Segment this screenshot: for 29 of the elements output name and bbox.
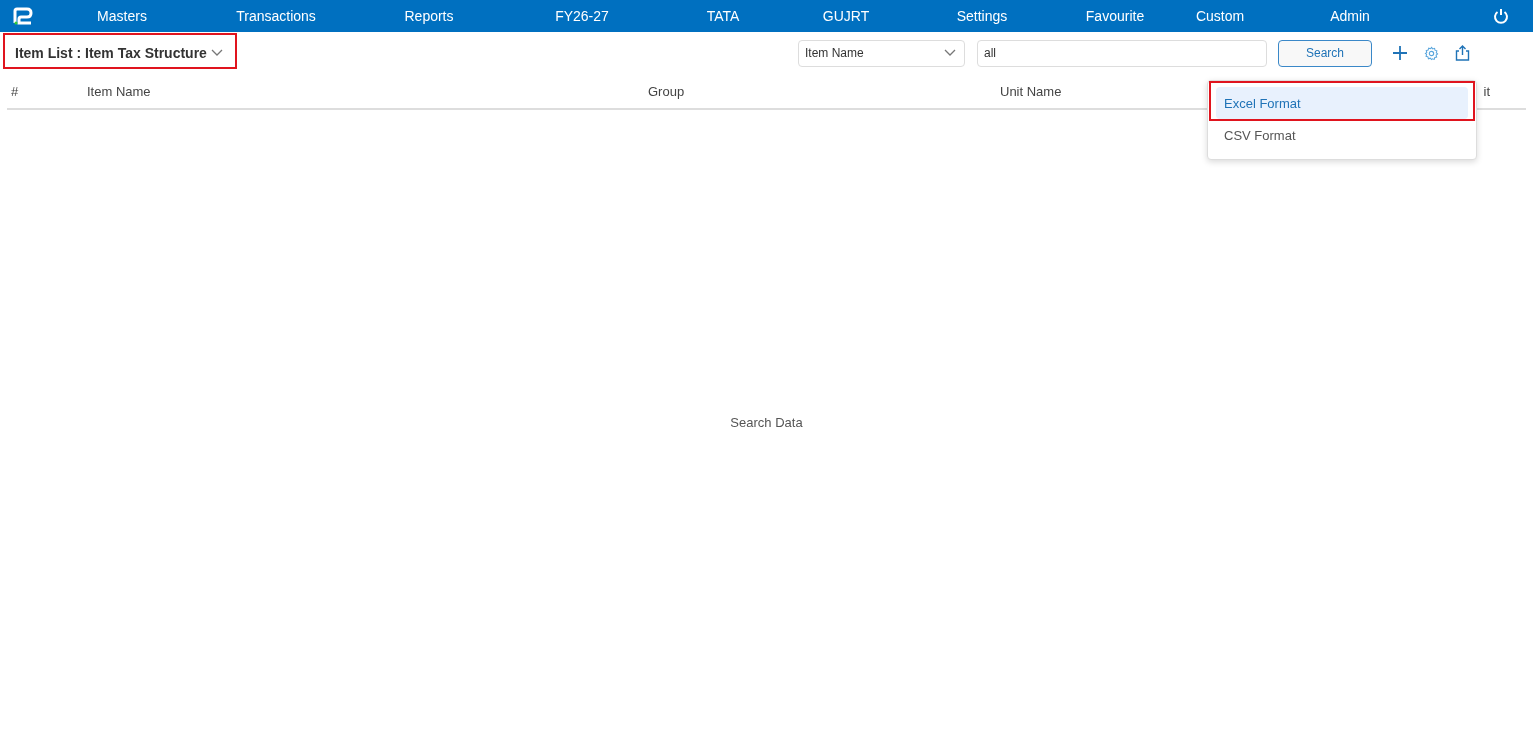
column-header: Unit Name [1000, 83, 1063, 99]
share-icon[interactable] [1455, 45, 1470, 61]
nav-menu-item[interactable]: Favourite [1044, 8, 1186, 24]
menu-item[interactable]: Excel Format [1216, 87, 1468, 119]
plus-icon[interactable] [1393, 46, 1407, 60]
nav-menu-item[interactable]: FY26-27 [490, 8, 674, 24]
search-field[interactable]: all [977, 39, 1267, 67]
nav-menu-item[interactable]: Reports [368, 8, 490, 24]
nav-menu-item[interactable]: TATA [674, 8, 772, 24]
column-header: it [1483, 83, 1490, 99]
nav-menu-item[interactable]: Masters [60, 8, 184, 24]
search-button[interactable]: Search [1278, 39, 1372, 67]
logo-icon[interactable] [13, 7, 33, 25]
field-select[interactable]: Item Name [798, 39, 965, 67]
column-header: Item Name [87, 83, 152, 99]
nav-menu-item[interactable]: Custom [1186, 8, 1254, 24]
nav-menu-item[interactable]: Settings [920, 8, 1044, 24]
settings-icon[interactable] [1424, 45, 1439, 61]
nav-menu-item[interactable]: Admin [1254, 8, 1446, 24]
nav-menu-item[interactable]: GUJRT [772, 8, 920, 24]
chevron-down-icon [944, 49, 956, 57]
column-header: # [11, 83, 20, 99]
chevron-down-icon [210, 49, 223, 57]
column-header: Group [648, 83, 686, 99]
power-icon[interactable] [1493, 8, 1509, 24]
page-title-dropdown[interactable]: Item List : Item Tax Structure [15, 45, 223, 61]
empty-message: Search Data [730, 415, 803, 430]
nav-menu-item[interactable]: Transactions [184, 8, 368, 24]
menu-item[interactable]: CSV Format [1216, 119, 1468, 151]
